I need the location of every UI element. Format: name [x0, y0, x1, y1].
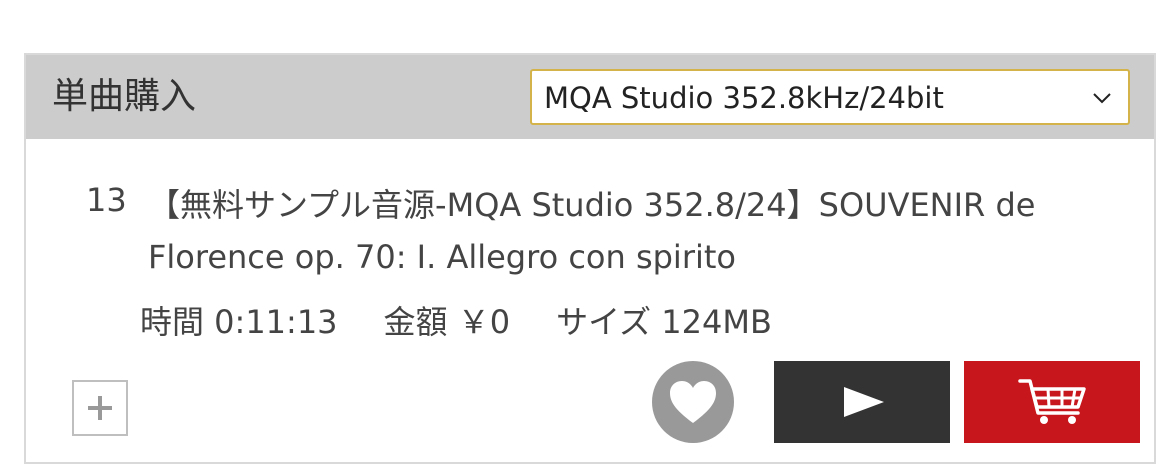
- heart-icon: [652, 361, 734, 443]
- panel-header: 単曲購入 MQA Studio 352.8kHz/24bit: [26, 55, 1154, 139]
- play-icon: [774, 361, 950, 443]
- format-select[interactable]: MQA Studio 352.8kHz/24bit: [530, 69, 1130, 125]
- track-meta: 時間 0:11:13 金額 ￥0 サイズ 124MB: [140, 301, 772, 343]
- plus-icon: [74, 382, 126, 434]
- play-button[interactable]: [774, 361, 950, 443]
- expand-button[interactable]: [72, 380, 128, 436]
- track-title: 【無料サンプル音源-MQA Studio 352.8/24】SOUVENIR d…: [148, 186, 1036, 276]
- chevron-down-icon: [1090, 86, 1114, 110]
- panel-title: 単曲購入: [52, 76, 197, 117]
- favorite-button[interactable]: [652, 361, 734, 443]
- add-to-cart-button[interactable]: [964, 361, 1140, 443]
- cart-icon: [964, 361, 1140, 443]
- format-select-value: MQA Studio 352.8kHz/24bit: [544, 81, 944, 115]
- track-price: 金額 ￥0: [383, 303, 511, 341]
- single-track-purchase-panel: 単曲購入 MQA Studio 352.8kHz/24bit 13 【無料サンプ…: [24, 53, 1156, 464]
- track-size: サイズ 124MB: [556, 303, 772, 341]
- track-number: 13: [86, 181, 127, 219]
- track-duration: 時間 0:11:13: [140, 303, 338, 341]
